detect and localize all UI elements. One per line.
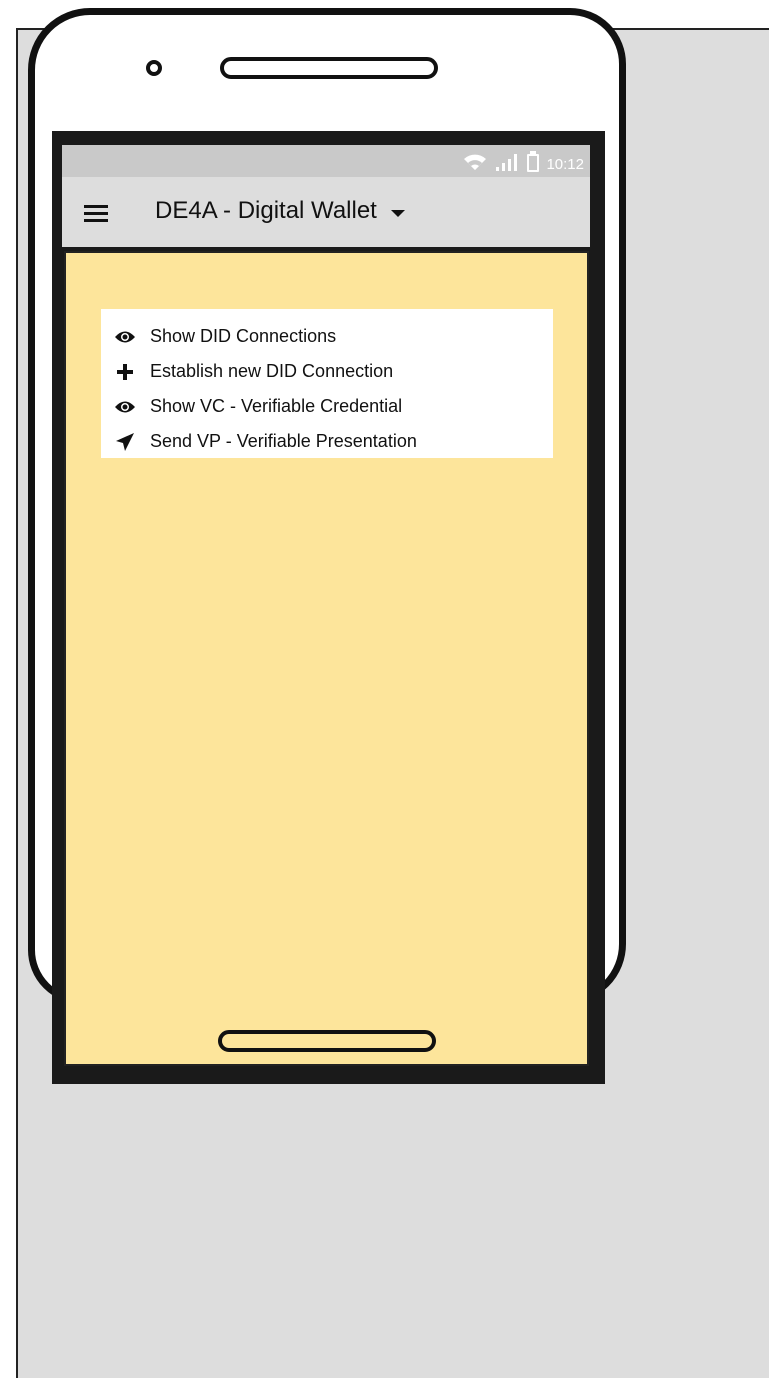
menu-item-label: Send VP - Verifiable Presentation: [150, 431, 417, 451]
menu-item-label: Show VC - Verifiable Credential: [150, 396, 403, 416]
battery-icon: [526, 151, 540, 177]
wifi-icon: [462, 152, 488, 176]
plus-icon: [114, 361, 136, 383]
camera-icon: [146, 60, 162, 76]
app-title-dropdown[interactable]: DE4A - Digital Wallet: [155, 197, 405, 225]
menu-item-send-vp[interactable]: Send VP - Verifiable Presentation: [101, 424, 553, 459]
menu-item-establish-did-connection[interactable]: Establish new DID Connection: [101, 354, 553, 389]
menu-item-show-did-connections[interactable]: Show DID Connections: [101, 319, 553, 354]
status-time: 10:12: [546, 155, 584, 173]
caret-down-icon: [390, 209, 405, 217]
eye-icon: [114, 396, 136, 418]
app-title: DE4A - Digital Wallet: [155, 197, 377, 224]
menu-item-show-vc[interactable]: Show VC - Verifiable Credential: [101, 389, 553, 424]
status-bar: 10:12: [62, 145, 590, 177]
status-icons: 10:12: [462, 151, 584, 177]
top-speaker: [220, 57, 438, 79]
action-menu: Show DID Connections Establish new DID C…: [101, 309, 553, 458]
bottom-speaker: [218, 1030, 436, 1052]
app-bar: DE4A - Digital Wallet: [62, 177, 590, 247]
menu-item-label: Show DID Connections: [150, 326, 337, 346]
hamburger-icon[interactable]: [84, 205, 108, 223]
mockup-canvas: 10:12 DE4A - Digital Wallet Show DID Con…: [0, 0, 769, 1378]
eye-icon: [114, 326, 136, 348]
signal-icon: [494, 152, 520, 176]
send-icon: [114, 431, 136, 453]
menu-item-label: Establish new DID Connection: [150, 361, 394, 381]
